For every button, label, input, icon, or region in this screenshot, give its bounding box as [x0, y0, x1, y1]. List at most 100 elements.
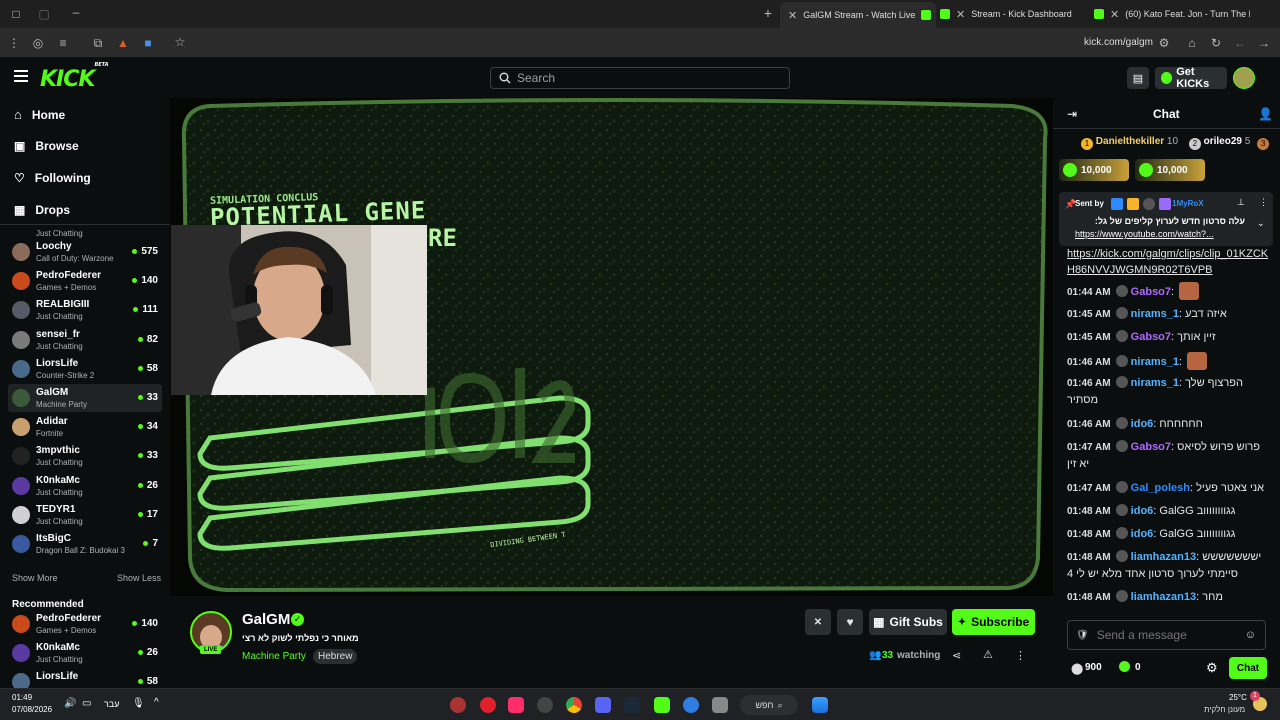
- chat-settings-icon[interactable]: ⚙: [1206, 660, 1218, 676]
- chat-username[interactable]: Gal_polesh: [1131, 482, 1190, 494]
- sidebar-channel-adidar[interactable]: Adidar Fortnite 34: [8, 413, 162, 441]
- channel-points[interactable]: 900: [1085, 662, 1102, 673]
- chat-username[interactable]: ido6: [1131, 418, 1154, 430]
- chat-username[interactable]: nirams_1: [1131, 308, 1179, 320]
- close-tab-icon[interactable]: ✕: [956, 8, 965, 21]
- gift-subs-button[interactable]: ▦ Gift Subs: [869, 609, 947, 635]
- network-icon[interactable]: ▭: [82, 698, 91, 709]
- send-chat-button[interactable]: Chat: [1229, 657, 1267, 679]
- get-kicks-button[interactable]: Get KICKs: [1155, 66, 1227, 90]
- start-menu-icon[interactable]: [812, 697, 828, 713]
- pinned-link[interactable]: https://www.youtube.com/watch?...: [1075, 229, 1214, 239]
- subscribe-button[interactable]: ✦ Subscribe: [952, 609, 1035, 635]
- tray-expand-icon[interactable]: ^: [154, 697, 159, 708]
- leader-name[interactable]: Danielthekiller: [1096, 136, 1164, 147]
- close-tab-icon[interactable]: ✕: [788, 9, 797, 22]
- window-menu-icon[interactable]: □: [8, 7, 24, 21]
- chat-username[interactable]: ido6: [1131, 528, 1154, 540]
- new-tab-icon[interactable]: +: [760, 6, 776, 20]
- show-more-link[interactable]: Show More: [12, 573, 58, 583]
- search-input[interactable]: [517, 71, 777, 85]
- search-bar[interactable]: [490, 67, 790, 89]
- chat-link-message[interactable]: https://kick.com/galgm/clips/clip_01KZCK…: [1067, 246, 1271, 278]
- chat-username[interactable]: Gabso7: [1131, 331, 1171, 343]
- sidebar-channel-sensei_fr[interactable]: sensei_fr Just Chatting 82: [8, 326, 162, 354]
- tab-kick-dashboard[interactable]: ✕ Stream - Kick Dashboard: [936, 4, 1086, 24]
- weather-temp[interactable]: 25°C: [1229, 693, 1247, 702]
- collapse-chat-icon[interactable]: ⇥: [1067, 107, 1077, 121]
- kicks-gift-pill[interactable]: 10,000: [1135, 159, 1205, 181]
- kicks-balance[interactable]: 0: [1135, 662, 1141, 673]
- nav-following[interactable]: ♡ Following: [14, 171, 91, 185]
- input-language[interactable]: עבר: [104, 699, 119, 709]
- share-icon[interactable]: ⋖: [952, 649, 961, 662]
- show-less-link[interactable]: Show Less: [117, 573, 161, 583]
- kick-logo[interactable]: KICKBETA: [40, 62, 109, 92]
- user-avatar[interactable]: [1233, 67, 1255, 89]
- clock-time[interactable]: 01:49: [12, 693, 32, 702]
- video-player[interactable]: SIMULATION CONCLUS POTENTIAL GENE RE DIV…: [170, 98, 1053, 596]
- app-icon-1[interactable]: [450, 697, 466, 713]
- tiktok-icon[interactable]: [508, 697, 524, 713]
- pinned-username[interactable]: 1MyRoX: [1172, 199, 1204, 208]
- microphone-icon[interactable]: 🎙: [132, 698, 145, 709]
- sidebar-channel-k0nkamc[interactable]: K0nkaMc Just Chatting 26: [8, 472, 162, 500]
- kicks-gift-pill[interactable]: 10,000: [1059, 159, 1129, 181]
- nav-home[interactable]: ⌂ Home: [14, 107, 65, 122]
- sidebar-channel-galgm[interactable]: GalGM Machine Party 33: [8, 384, 162, 412]
- mute-notifications-button[interactable]: ✕: [805, 609, 831, 635]
- pinned-message[interactable]: 📌 Sent by 1MyRoX ⊥ ⋮ עלה סרטון חדש לערוץ…: [1059, 192, 1273, 246]
- pinned-more-icon[interactable]: ⋮: [1259, 197, 1268, 208]
- sidebar-channel-k0nkamc[interactable]: K0nkaMc Just Chatting 26: [8, 639, 162, 667]
- minimize-tabs-icon[interactable]: –: [68, 5, 84, 19]
- bookmark-star-icon[interactable]: ☆: [172, 35, 188, 49]
- leader-name[interactable]: orileo29: [1204, 136, 1242, 147]
- reading-list-icon[interactable]: ≡: [55, 36, 71, 50]
- chat-username[interactable]: Gabso7: [1131, 286, 1171, 298]
- more-options-icon[interactable]: ⋮: [1015, 649, 1026, 662]
- extension-icon[interactable]: ◎: [30, 36, 46, 50]
- emote-picker-icon[interactable]: ☺: [1245, 629, 1256, 641]
- chat-input[interactable]: [1096, 628, 1237, 642]
- taskbar-search[interactable]: חפש ⌕: [740, 695, 798, 715]
- language-tag[interactable]: Hebrew: [313, 649, 358, 664]
- tab-restore-icon[interactable]: ▢: [36, 7, 52, 21]
- home-icon[interactable]: ⌂: [1184, 36, 1200, 50]
- sidebar-channel-realbigiii[interactable]: REALBIGIII Just Chatting 111: [8, 296, 162, 324]
- tab-galgm-stream[interactable]: ✕ GalGM Stream - Watch Live: [780, 2, 936, 28]
- sidebar-channel-pedrofederer[interactable]: PedroFederer Games + Demos 140: [8, 610, 162, 638]
- kick-app-icon[interactable]: [654, 697, 670, 713]
- follow-button[interactable]: ♥: [837, 609, 863, 635]
- url-text[interactable]: kick.com/galgm: [1084, 37, 1153, 48]
- app-icon-2[interactable]: [537, 697, 553, 713]
- chat-username[interactable]: ido6: [1131, 505, 1154, 517]
- steam-icon[interactable]: [624, 697, 640, 713]
- tab-actions-icon[interactable]: ⧉: [90, 36, 106, 50]
- hamburger-menu-icon[interactable]: [14, 70, 28, 82]
- download-icon[interactable]: ■: [140, 36, 156, 50]
- volume-icon[interactable]: 🔊: [64, 698, 76, 709]
- chat-username[interactable]: nirams_1: [1131, 356, 1179, 368]
- unpin-icon[interactable]: ⊥: [1237, 197, 1245, 208]
- app-icon-3[interactable]: [683, 697, 699, 713]
- sidebar-channel-tedyr1[interactable]: TEDYR1 Just Chatting 17: [8, 501, 162, 529]
- chat-username[interactable]: liamhazan13: [1131, 551, 1196, 563]
- chat-username[interactable]: liamhazan13: [1131, 591, 1196, 603]
- stream-category-link[interactable]: Machine Party: [242, 651, 306, 662]
- chat-username[interactable]: nirams_1: [1131, 377, 1179, 389]
- clock-date[interactable]: 07/08/2026: [12, 705, 52, 714]
- tab-youtube[interactable]: ✕ (60) Kato Feat. Jon - Turn The L: [1086, 4, 1250, 24]
- close-tab-icon[interactable]: ✕: [1110, 8, 1119, 21]
- calculator-icon[interactable]: [712, 697, 728, 713]
- nav-drops[interactable]: ▦ Drops: [14, 203, 70, 217]
- sidebar-channel-3mpvthic[interactable]: 3mpvthic Just Chatting 33: [8, 442, 162, 470]
- sidebar-channel-liorslife[interactable]: LiorsLife Counter-Strike 2 58: [8, 355, 162, 383]
- back-icon[interactable]: →: [1256, 36, 1272, 50]
- sidebar-channel-loochy[interactable]: Loochy Call of Duty: Warzone 575: [8, 238, 162, 266]
- chat-rules-icon[interactable]: 🛡: [1076, 630, 1089, 641]
- library-button[interactable]: ▤: [1127, 67, 1149, 89]
- chevron-down-icon[interactable]: ⌄: [1257, 218, 1265, 229]
- chat-username[interactable]: Gabso7: [1131, 441, 1171, 453]
- sidebar-channel-pedrofederer[interactable]: PedroFederer Games + Demos 140: [8, 267, 162, 295]
- site-settings-icon[interactable]: ⚙: [1156, 36, 1172, 50]
